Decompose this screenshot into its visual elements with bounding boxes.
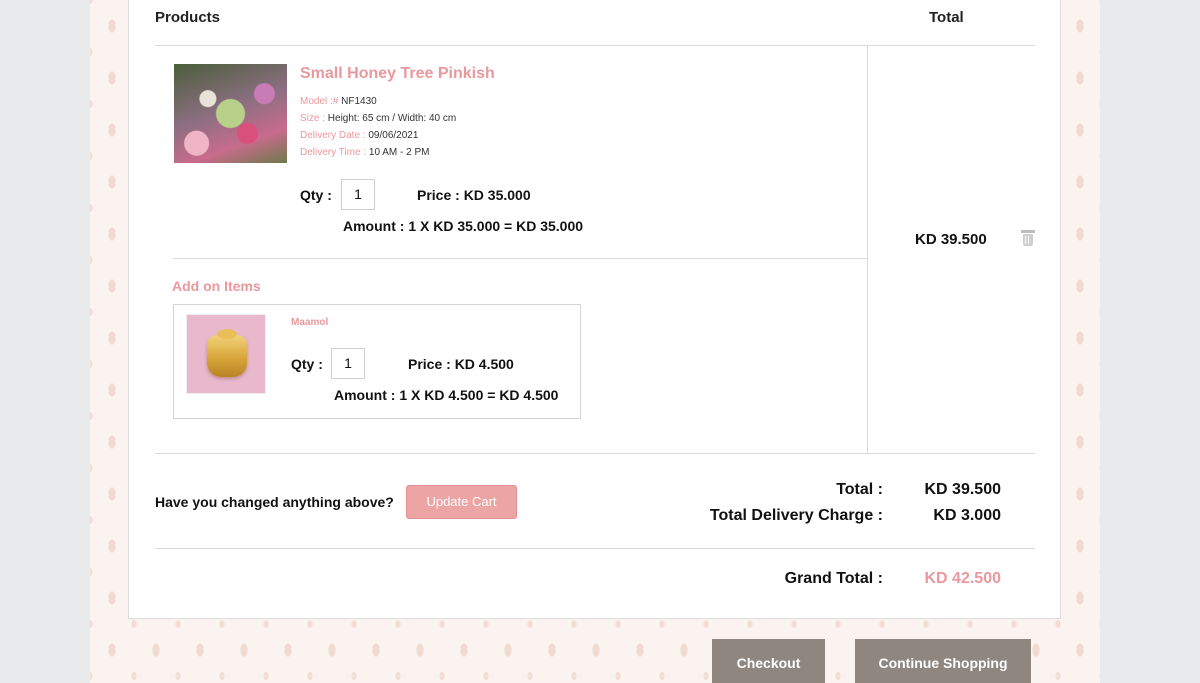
- spec-size-value: Height: 65 cm / Width: 40 cm: [327, 113, 457, 124]
- spec-model-label: Model :#: [300, 96, 339, 107]
- summary-delivery-label: Total Delivery Charge :: [709, 507, 883, 524]
- column-header-total: Total: [929, 9, 964, 26]
- update-cart-button[interactable]: Update Cart: [406, 485, 517, 519]
- spec-delivery-date: Delivery Date : 09/06/2021: [300, 127, 456, 144]
- product-qty-label: Qty :: [300, 187, 332, 203]
- addon-heading: Add on Items: [172, 278, 261, 294]
- addon-image[interactable]: [186, 314, 266, 394]
- addon-item: Maamol Qty : 1 Price : KD 4.500 Amount :…: [173, 304, 581, 419]
- summary-delivery-value: KD 3.000: [933, 507, 1001, 524]
- spec-model: Model :# NF1430: [300, 93, 456, 110]
- spec-size-label: Size :: [300, 113, 326, 124]
- checkout-button[interactable]: Checkout: [712, 639, 825, 683]
- continue-shopping-button[interactable]: Continue Shopping: [855, 639, 1031, 683]
- grand-total-label: Grand Total :: [784, 570, 883, 587]
- addon-qty-label: Qty :: [291, 356, 323, 372]
- trash-icon-lid: [1021, 230, 1035, 233]
- spec-delivery-time-label: Delivery Time :: [300, 147, 367, 158]
- product-amount: Amount : 1 X KD 35.000 = KD 35.000: [343, 218, 584, 234]
- product-divider: [173, 258, 867, 259]
- product-price: Price : KD 35.000: [417, 187, 531, 203]
- spec-delivery-time-value: 10 AM - 2 PM: [368, 147, 430, 158]
- product-qty-input[interactable]: 1: [341, 179, 375, 210]
- trash-icon[interactable]: [1021, 230, 1035, 246]
- spec-delivery-time: Delivery Time : 10 AM - 2 PM: [300, 144, 456, 161]
- summary-total-value: KD 39.500: [924, 481, 1002, 498]
- addon-qty-input[interactable]: 1: [331, 348, 365, 379]
- column-header-products: Products: [155, 9, 221, 26]
- spec-model-value: NF1430: [341, 96, 377, 107]
- addon-jar-graphic: [207, 329, 247, 377]
- header-divider: [155, 45, 1035, 46]
- addon-price: Price : KD 4.500: [408, 356, 514, 372]
- product-name-link[interactable]: Small Honey Tree Pinkish: [300, 65, 495, 83]
- product-specs: Model :# NF1430 Size : Height: 65 cm / W…: [300, 93, 456, 161]
- spec-delivery-date-value: 09/06/2021: [368, 130, 419, 141]
- trash-icon-body: [1023, 234, 1033, 246]
- addon-amount: Amount : 1 X KD 4.500 = KD 4.500: [334, 387, 559, 403]
- row-total: KD 39.500: [915, 231, 987, 248]
- cart-panel: Products Total Small Honey Tree Pinkish …: [128, 0, 1061, 619]
- product-image[interactable]: [174, 64, 287, 163]
- summary-total-label: Total :: [836, 481, 883, 498]
- items-divider: [155, 453, 1035, 454]
- grand-total-value: KD 42.500: [924, 570, 1002, 587]
- spec-delivery-date-label: Delivery Date :: [300, 130, 366, 141]
- addon-name: Maamol: [291, 317, 329, 328]
- spec-size: Size : Height: 65 cm / Width: 40 cm: [300, 110, 456, 127]
- summary-divider: [155, 548, 1035, 549]
- update-question: Have you changed anything above?: [155, 494, 394, 510]
- column-divider: [867, 46, 868, 454]
